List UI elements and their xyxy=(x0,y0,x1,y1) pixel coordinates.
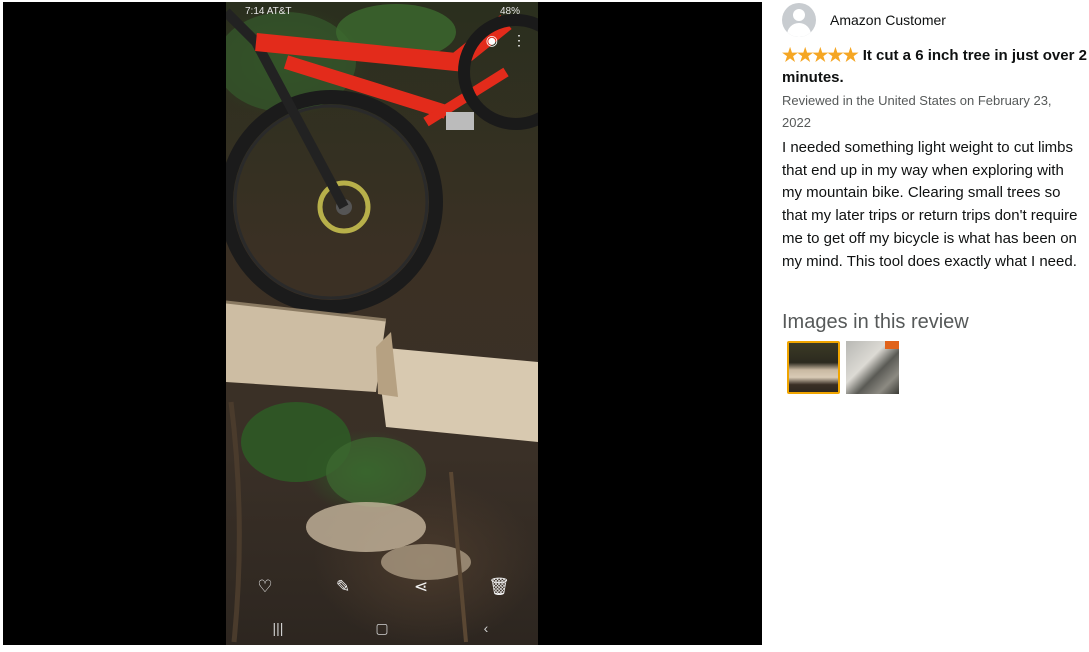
status-battery: 48% xyxy=(499,6,520,17)
review-date: Reviewed in the United States on Februar… xyxy=(782,93,1052,130)
review-body: I needed something light weight to cut l… xyxy=(782,139,1078,270)
edit-icon: ✎ xyxy=(335,577,351,596)
phone-status-bar: 7:14 AT&T 48% xyxy=(226,2,538,22)
recent-apps-icon: ||| xyxy=(272,620,284,636)
eye-icon: ◉ xyxy=(485,32,498,48)
status-time: 7:14 AT&T xyxy=(245,6,292,17)
home-icon: ▢ xyxy=(375,620,389,636)
image-viewer: 7:14 AT&T 48% ◉ ⋮ ♡ ✎ ⋖ 🗑 ||| ▢ ‹ xyxy=(3,2,762,645)
photo-top-icons: ◉ ⋮ xyxy=(486,32,526,49)
reviewer-row: Amazon Customer xyxy=(782,3,946,37)
review-title-row: ★★★★★ It cut a 6 inch tree in just over 2… xyxy=(782,44,1087,89)
thumbnail-image-1[interactable] xyxy=(787,341,840,394)
star-rating-icon: ★★★★★ xyxy=(782,45,859,65)
back-icon: ‹ xyxy=(483,620,489,636)
images-heading: Images in this review xyxy=(782,311,969,333)
avatar xyxy=(782,3,816,37)
trash-icon: 🗑 xyxy=(488,577,510,596)
review-photo: 7:14 AT&T 48% ◉ ⋮ ♡ ✎ ⋖ 🗑 ||| ▢ ‹ xyxy=(226,2,538,645)
photo-scene xyxy=(226,4,538,643)
more-icon: ⋮ xyxy=(512,32,526,48)
image-thumbnails xyxy=(787,341,899,394)
reviewer-name: Amazon Customer xyxy=(830,12,946,28)
phone-nav-bar: ||| ▢ ‹ xyxy=(226,620,538,637)
thumbnail-image-2[interactable] xyxy=(846,341,899,394)
share-icon: ⋖ xyxy=(413,577,429,596)
photo-action-bar: ♡ ✎ ⋖ 🗑 xyxy=(226,577,538,597)
heart-icon: ♡ xyxy=(257,577,273,596)
